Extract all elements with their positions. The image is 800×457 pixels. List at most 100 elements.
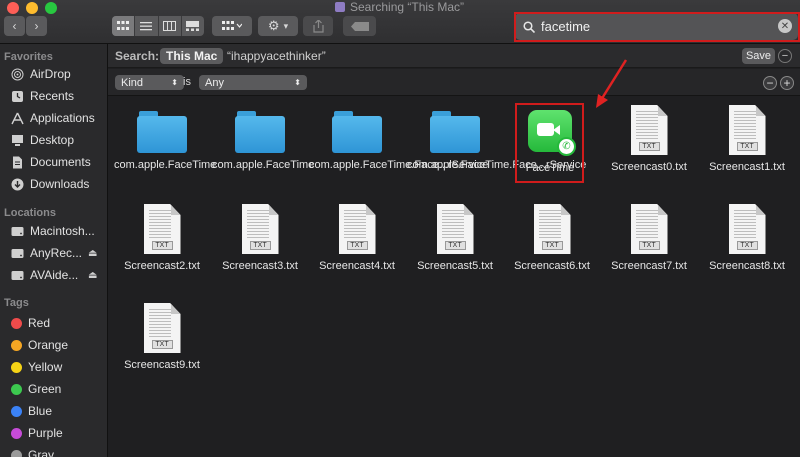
folder-icon	[235, 111, 285, 153]
sidebar-tag-yellow[interactable]: Yellow	[11, 360, 62, 374]
sidebar-item-avaide[interactable]: AVAide...	[11, 268, 78, 282]
tag-color-dot	[11, 339, 22, 351]
file-name: Screencast4.txt	[319, 260, 395, 272]
file-item[interactable]: TXT Screencast2.txt	[114, 204, 210, 274]
toolbar: Searching “This Mac” ‹ › ⚙ ▾ facetime ✕	[0, 0, 800, 44]
grid-icon	[117, 21, 130, 30]
sidebar-tag-gray[interactable]: Gray	[11, 448, 54, 457]
text-file-icon: TXT	[338, 204, 376, 254]
sidebar-tag-purple[interactable]: Purple	[11, 426, 63, 440]
file-item[interactable]: TXT Screencast6.txt	[504, 204, 600, 274]
file-item[interactable]: com.apple.FaceTime	[212, 111, 315, 173]
gear-icon: ⚙	[267, 18, 280, 33]
sidebar-item-macintosh[interactable]: Macintosh...	[11, 224, 95, 238]
file-item[interactable]: com.apple.FaceTime	[114, 111, 217, 173]
file-item[interactable]: com.apple.FaceTime.Face...rService	[407, 111, 587, 173]
list-icon	[140, 22, 153, 31]
gallery-icon	[186, 21, 200, 31]
file-name: Screencast3.txt	[222, 260, 298, 272]
file-item[interactable]: TXT Screencast4.txt	[309, 204, 405, 274]
sidebar-item-recents[interactable]: Recents	[11, 89, 74, 103]
text-file-icon: TXT	[436, 204, 474, 254]
tag-color-dot	[11, 427, 22, 439]
save-search-button[interactable]: Save	[742, 48, 775, 64]
sidebar-tag-green[interactable]: Green	[11, 382, 61, 396]
text-file-icon: TXT	[533, 204, 571, 254]
sidebar-item-applications[interactable]: Applications	[11, 111, 95, 125]
sidebar-item-airdrop[interactable]: AirDrop	[11, 67, 71, 81]
locations-heading: Locations	[4, 207, 56, 219]
file-name: Screencast6.txt	[514, 260, 590, 272]
file-item[interactable]: TXT Screencast8.txt	[699, 204, 795, 274]
column-view-button[interactable]	[159, 16, 182, 36]
forward-button[interactable]: ›	[26, 16, 47, 36]
file-item[interactable]: TXT Screencast1.txt	[699, 105, 795, 175]
file-name: Screencast0.txt	[611, 161, 687, 173]
file-name: com.apple.FaceTime	[114, 159, 217, 171]
chevron-left-icon: ‹	[12, 19, 17, 33]
eject-icon[interactable]: ⏏	[88, 270, 97, 281]
tag-color-dot	[11, 317, 22, 329]
sidebar-item-desktop[interactable]: Desktop	[11, 133, 74, 147]
minimize-window-button[interactable]	[26, 2, 38, 14]
file-name: Screencast5.txt	[417, 260, 493, 272]
file-item[interactable]: TXT Screencast5.txt	[407, 204, 503, 274]
close-window-button[interactable]	[7, 2, 19, 14]
tag-color-dot	[11, 383, 22, 395]
tag-color-dot	[11, 449, 22, 457]
file-item[interactable]: com.apple.FaceTime.Face...rService	[309, 111, 488, 173]
file-item[interactable]: TXT Screencast0.txt	[601, 105, 697, 175]
sidebar-item-downloads[interactable]: Downloads	[11, 177, 89, 191]
desktop-icon	[11, 134, 24, 147]
scope-user-folder-button[interactable]: “ihappyacethinker”	[227, 49, 326, 63]
tag-icon	[350, 21, 369, 31]
finder-window: Searching “This Mac” ‹ › ⚙ ▾ facetime ✕ …	[0, 0, 800, 457]
view-mode-group	[112, 16, 204, 36]
window-title: Searching “This Mac”	[335, 0, 464, 14]
group-by-button[interactable]	[212, 16, 252, 36]
search-criteria-row: Kind ⬍ is Any ⬍ − +	[108, 69, 800, 96]
folder-icon	[332, 111, 382, 153]
file-item[interactable]: TXT Screencast3.txt	[212, 204, 308, 274]
eject-icon[interactable]: ⏏	[88, 248, 97, 259]
file-name: com.apple.FaceTime	[212, 159, 315, 171]
chevron-down-icon: ▾	[283, 20, 289, 31]
criteria-value-select[interactable]: Any ⬍	[199, 75, 307, 90]
file-item[interactable]: TXT Screencast9.txt	[114, 303, 210, 373]
action-menu-button[interactable]: ⚙ ▾	[258, 16, 298, 36]
criteria-operator-label: is	[183, 76, 191, 88]
sidebar-tag-orange[interactable]: Orange	[11, 338, 68, 352]
list-view-button[interactable]	[135, 16, 159, 36]
file-name: Screencast1.txt	[709, 161, 785, 173]
sidebar-item-documents[interactable]: Documents	[11, 155, 91, 169]
zoom-window-button[interactable]	[45, 2, 57, 14]
file-name: Screencast9.txt	[124, 359, 200, 371]
disk-icon	[11, 247, 24, 260]
share-button[interactable]	[303, 16, 333, 36]
file-item[interactable]: TXT Screencast7.txt	[601, 204, 697, 274]
airdrop-icon	[11, 68, 24, 81]
sidebar-tag-red[interactable]: Red	[11, 316, 50, 330]
gallery-view-button[interactable]	[182, 16, 204, 36]
sidebar-item-anyrec[interactable]: AnyRec...	[11, 246, 82, 260]
icon-view-button[interactable]	[112, 16, 136, 36]
results-grid: com.apple.FaceTime com.apple.FaceTime co…	[108, 96, 800, 457]
search-scope-bar: Search: This Mac “ihappyacethinker” Save…	[108, 44, 800, 68]
criteria-attribute-select[interactable]: Kind ⬍	[115, 75, 184, 90]
remove-criteria-button[interactable]: −	[763, 76, 777, 90]
back-button[interactable]: ‹	[4, 16, 25, 36]
text-file-icon: TXT	[728, 105, 766, 155]
scope-this-mac-button[interactable]: This Mac	[160, 48, 224, 64]
file-name: com.apple.FaceTime.Face...rService	[407, 159, 587, 171]
columns-icon	[163, 21, 177, 31]
edit-tags-button[interactable]	[343, 16, 376, 36]
sidebar-tag-blue[interactable]: Blue	[11, 404, 52, 418]
favorites-heading: Favorites	[4, 51, 53, 63]
file-name: Screencast2.txt	[124, 260, 200, 272]
applications-icon	[11, 112, 24, 125]
folder-icon	[137, 111, 187, 153]
remove-search-bar-button[interactable]: −	[778, 49, 792, 63]
text-file-icon: TXT	[143, 204, 181, 254]
add-criteria-button[interactable]: +	[780, 76, 794, 90]
text-file-icon: TXT	[241, 204, 279, 254]
